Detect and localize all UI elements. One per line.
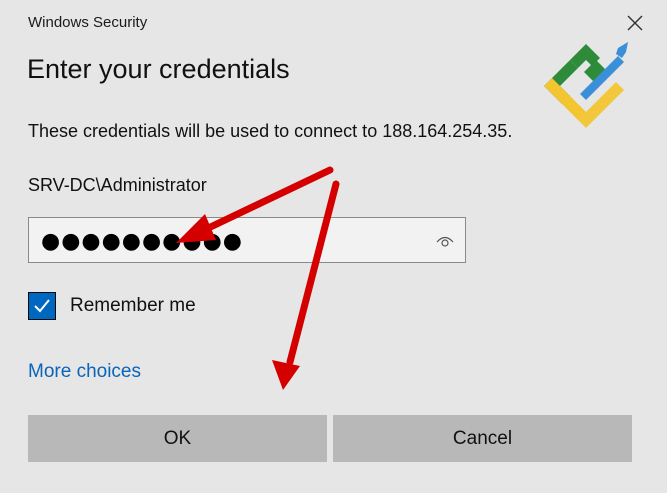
username-label: SRV-DC\Administrator — [28, 175, 207, 195]
close-button[interactable] — [620, 8, 650, 38]
connection-description: These credentials will be used to connec… — [28, 121, 513, 141]
cancel-button[interactable]: Cancel — [333, 415, 632, 462]
checkmark-icon — [34, 299, 50, 313]
brand-logo-icon — [544, 42, 628, 128]
dialog-heading: Enter your credentials — [27, 54, 290, 84]
remember-me-checkbox[interactable] — [28, 292, 56, 320]
password-field[interactable]: ●●●●●●●●●● — [28, 217, 466, 263]
window-title: Windows Security — [28, 14, 148, 31]
arrow-to-ok — [272, 180, 340, 390]
password-value: ●●●●●●●●●● — [41, 229, 243, 254]
remember-me-row[interactable]: Remember me — [28, 292, 196, 320]
close-icon — [627, 15, 643, 31]
more-choices-link[interactable]: More choices — [28, 361, 141, 383]
remember-me-label: Remember me — [70, 295, 196, 316]
eye-icon[interactable] — [435, 231, 455, 251]
ok-button[interactable]: OK — [28, 415, 327, 462]
